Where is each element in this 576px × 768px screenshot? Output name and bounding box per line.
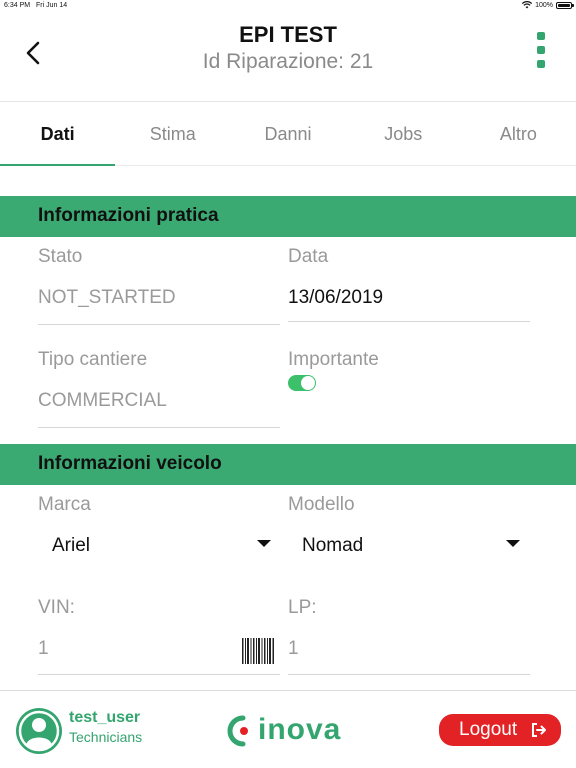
inova-logo: inova <box>226 713 352 749</box>
field-underline <box>38 674 280 675</box>
status-time: 6:34 PM <box>4 2 31 9</box>
tipo-cantiere-value: COMMERCIAL <box>38 390 167 411</box>
user-icon <box>18 710 60 752</box>
tab-jobs[interactable]: Jobs <box>346 103 461 165</box>
tab-stima[interactable]: Stima <box>115 103 230 165</box>
field-underline <box>288 674 530 675</box>
logout-icon <box>532 723 546 737</box>
field-modello: Modello <box>288 494 355 516</box>
vin-value: 1 <box>38 638 49 659</box>
field-underline <box>38 324 280 325</box>
field-label: LP: <box>288 597 317 618</box>
section-header-pratica: Informazioni pratica <box>0 196 576 237</box>
marca-select[interactable]: Ariel <box>38 524 280 564</box>
page-subtitle: Id Riparazione: 21 <box>202 50 374 73</box>
field-label: Stato <box>38 246 83 267</box>
field-underline <box>288 321 530 322</box>
toggle-knob <box>301 376 315 390</box>
tab-danni[interactable]: Danni <box>230 103 345 165</box>
header: EPI TEST Id Riparazione: 21 <box>0 12 576 102</box>
field-vin: VIN: <box>38 597 75 619</box>
field-label: Tipo cantiere <box>38 349 148 370</box>
field-data: Data 13/06/2019 <box>288 246 530 322</box>
field-stato: Stato NOT_STARTED <box>38 246 280 325</box>
status-right: 100% <box>522 1 574 9</box>
field-lp: LP: <box>288 597 317 619</box>
tab-bar: Dati Stima Danni Jobs Altro <box>0 103 576 166</box>
section-title: Informazioni veicolo <box>38 453 222 474</box>
field-underline <box>38 427 280 428</box>
footer: test_user Technicians inova Logout <box>0 690 576 768</box>
logout-button[interactable]: Logout <box>439 714 561 746</box>
user-role: Technicians <box>69 729 143 745</box>
battery-percent: 100% <box>535 1 553 9</box>
field-label: Importante <box>288 349 379 370</box>
user-name: test_user <box>69 709 141 726</box>
field-tipo-cantiere: Tipo cantiere COMMERCIAL <box>38 349 280 428</box>
kebab-dot <box>537 32 545 40</box>
kebab-dot <box>537 46 545 54</box>
marca-selected-value: Ariel <box>52 535 91 556</box>
field-label: Data <box>288 246 329 267</box>
chevron-down-icon <box>257 540 271 547</box>
battery-icon <box>556 1 574 9</box>
field-label: Modello <box>288 494 355 515</box>
kebab-dot <box>537 60 545 68</box>
chevron-down-icon <box>506 540 520 547</box>
modello-selected-value: Nomad <box>302 535 364 556</box>
status-bar: 6:34 PM Fri Jun 14 100% <box>0 0 576 12</box>
importante-toggle[interactable] <box>288 375 316 391</box>
lp-input[interactable]: 1 <box>288 627 530 675</box>
wifi-icon <box>522 1 533 9</box>
logo-text: inova <box>258 713 342 746</box>
section-header-veicolo: Informazioni veicolo <box>0 444 576 485</box>
more-options-button[interactable] <box>533 32 549 68</box>
tab-dati[interactable]: Dati <box>0 103 116 166</box>
status-date: Fri Jun 14 <box>36 2 68 9</box>
lp-value: 1 <box>288 638 299 659</box>
stato-value: NOT_STARTED <box>38 287 176 308</box>
date-input[interactable]: 13/06/2019 <box>288 287 383 309</box>
field-marca: Marca <box>38 494 91 516</box>
barcode-icon <box>242 638 274 664</box>
barcode-scan-button[interactable] <box>242 638 274 664</box>
avatar <box>16 708 62 754</box>
modello-select[interactable]: Nomad <box>288 524 530 564</box>
tab-altro[interactable]: Altro <box>461 103 576 165</box>
section-title: Informazioni pratica <box>38 205 219 226</box>
page-title: EPI TEST <box>239 22 337 47</box>
field-label: Marca <box>38 494 91 515</box>
field-importante: Importante <box>288 349 379 371</box>
field-label: VIN: <box>38 597 75 618</box>
logout-label: Logout <box>459 719 518 740</box>
